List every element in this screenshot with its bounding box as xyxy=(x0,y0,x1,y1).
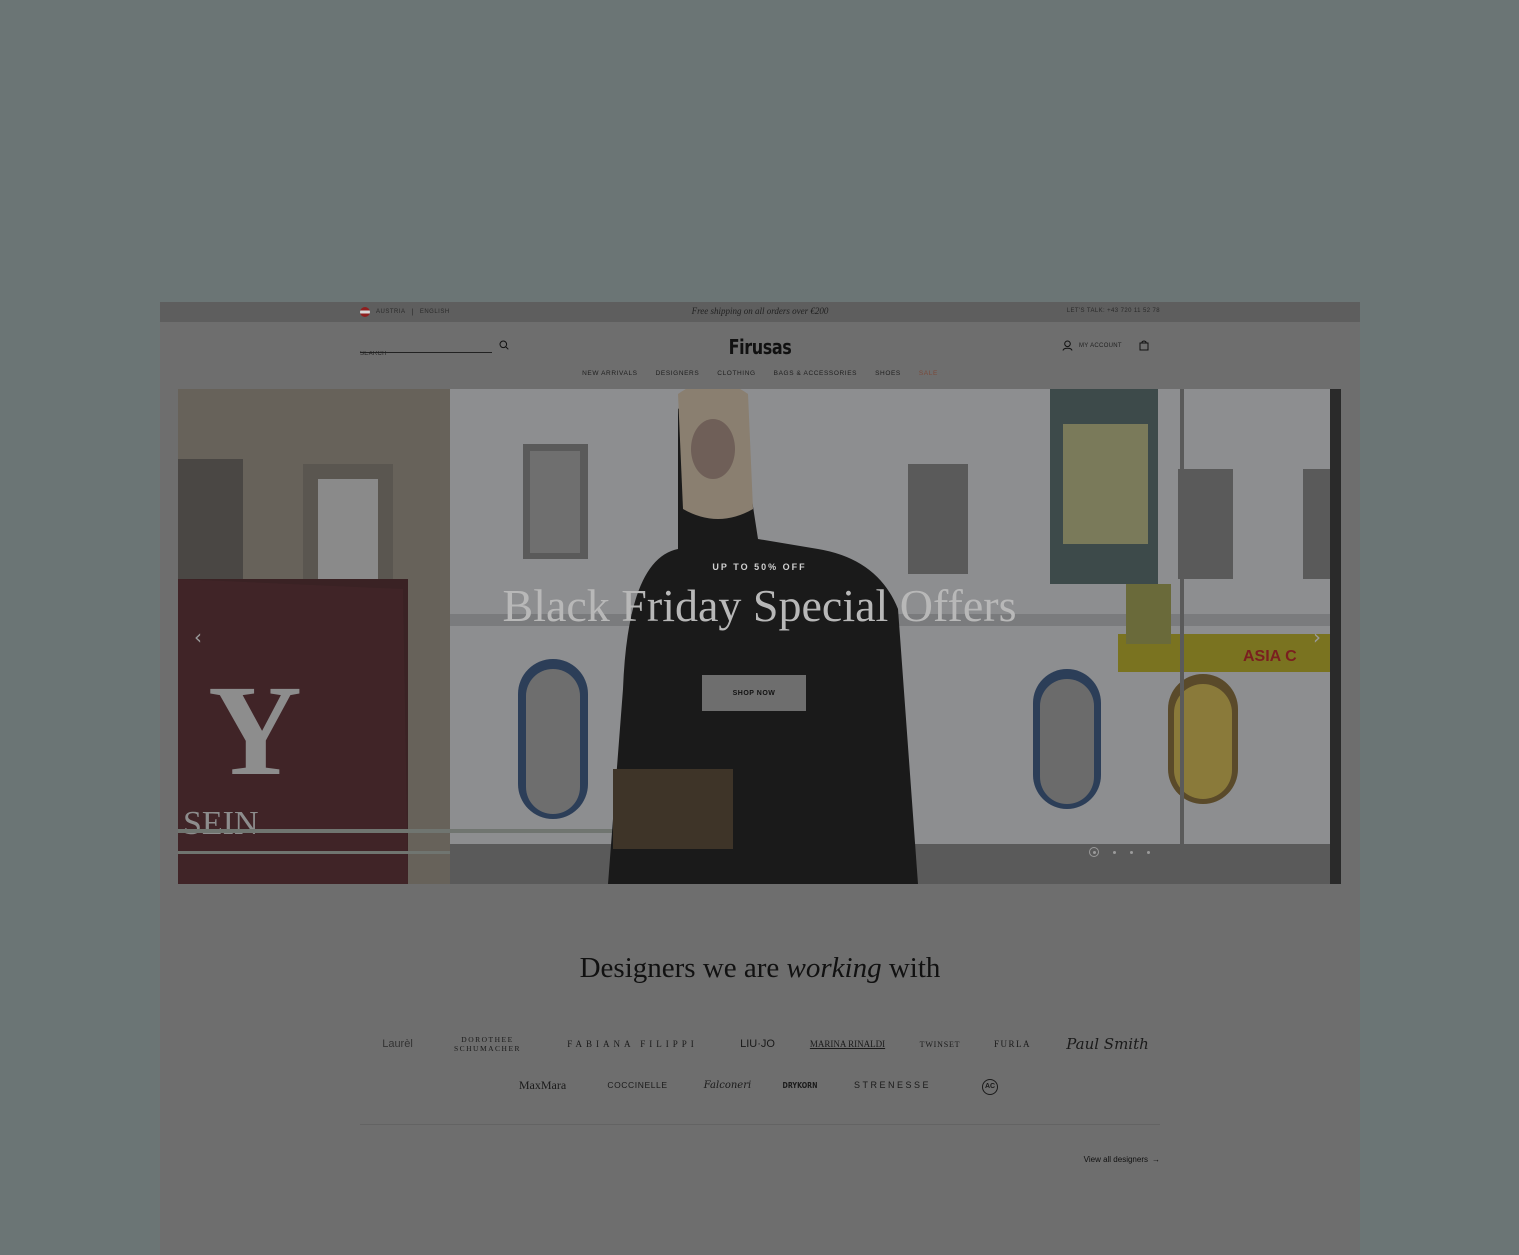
slide-dot[interactable] xyxy=(1130,850,1133,854)
hero-title: Black Friday Special Offers xyxy=(502,580,1017,631)
heading-emphasis: working xyxy=(786,952,882,984)
brand-logo-falconeri[interactable]: Falconeri xyxy=(685,1080,770,1091)
contact-info: LET'S TALK: +43 720 11 52 78 xyxy=(1067,308,1160,314)
hero-photo: Y SEIN ASIA C xyxy=(178,389,1341,884)
arrow-right-icon: → xyxy=(1152,1155,1160,1164)
view-all-designers-link[interactable]: View all designers → xyxy=(1084,1155,1160,1164)
hero-banner: Y SEIN ASIA C UP TO 50% OFF Black Friday… xyxy=(178,389,1341,884)
designer-logos-row-1: Laurèl DOROTHEE SCHUMACHER FABIANA FILIP… xyxy=(160,1035,1360,1053)
brand-logo-strenesse[interactable]: STRENESSE xyxy=(830,1080,955,1090)
nav-clothing[interactable]: CLOTHING xyxy=(717,370,755,377)
shop-now-button[interactable]: SHOP NOW xyxy=(702,675,806,711)
hero-subtitle: UP TO 50% OFF xyxy=(712,562,807,572)
slide-dot[interactable] xyxy=(1113,850,1116,854)
ac-logo-mark: AC xyxy=(982,1079,998,1095)
talk-label: LET'S TALK: xyxy=(1066,308,1106,314)
my-account-link[interactable]: MY ACCOUNT xyxy=(1062,340,1122,351)
slide-indicators xyxy=(1089,847,1150,857)
section-divider xyxy=(360,1124,1160,1125)
brand-logo-marina-rinaldi[interactable]: MARINA RINALDI xyxy=(788,1039,908,1049)
heading-start: Designers we are xyxy=(579,952,787,984)
heading-end: with xyxy=(881,952,941,984)
main-navigation: NEW ARRIVALS DESIGNERS CLOTHING BAGS & A… xyxy=(160,370,1360,377)
brand-logo-maxmara[interactable]: MaxMara xyxy=(495,1078,590,1093)
my-account-label: MY ACCOUNT xyxy=(1079,342,1122,349)
slide-dot[interactable] xyxy=(1147,850,1150,854)
brand-logo-liu-jo[interactable]: LIU·JO xyxy=(728,1038,788,1050)
shipping-promo: Free shipping on all orders over €200 xyxy=(691,306,829,316)
top-bar: AUSTRIA | ENGLISH Free shipping on all o… xyxy=(160,302,1360,322)
brand-logo-furla[interactable]: FURLA xyxy=(973,1039,1053,1049)
brand-logo-laurel[interactable]: Laurèl xyxy=(358,1038,438,1050)
user-icon xyxy=(1062,340,1073,351)
brand-logo-fabiana-filippi[interactable]: FABIANA FILIPPI xyxy=(538,1039,728,1049)
brand-logo-paul-smith[interactable]: Paul Smith xyxy=(1053,1035,1163,1053)
brand-logo-ac[interactable]: AC xyxy=(955,1075,1025,1095)
brand-logo-coccinelle[interactable]: COCCINELLE xyxy=(590,1080,685,1090)
nav-shoes[interactable]: SHOES xyxy=(875,370,901,377)
chevron-left-icon[interactable]: ‹ xyxy=(194,625,202,649)
nav-bags-accessories[interactable]: BAGS & ACCESSORIES xyxy=(774,370,857,377)
shopping-bag-icon[interactable] xyxy=(1139,340,1149,351)
phone-number[interactable]: +43 720 11 52 78 xyxy=(1107,308,1160,314)
designers-heading: Designers we are working with xyxy=(160,952,1360,985)
slide-dot[interactable] xyxy=(1089,847,1099,857)
nav-new-arrivals[interactable]: NEW ARRIVALS xyxy=(582,370,637,377)
svg-text:ASIA C: ASIA C xyxy=(1243,648,1297,665)
chevron-right-icon[interactable]: › xyxy=(1313,625,1321,649)
brand-logo-twinset[interactable]: TWINSET xyxy=(908,1040,973,1049)
brand-logo-dorothee-schumacher[interactable]: DOROTHEE SCHUMACHER xyxy=(438,1035,538,1053)
view-all-label: View all designers xyxy=(1083,1155,1148,1164)
svg-text:Y: Y xyxy=(208,659,302,803)
brand-logo-drykorn[interactable]: DRYKORN xyxy=(776,1081,824,1090)
designer-logos-row-2: MaxMara COCCINELLE Falconeri DRYKORN STR… xyxy=(160,1075,1360,1095)
svg-text:SEIN: SEIN xyxy=(183,805,259,842)
nav-designers[interactable]: DESIGNERS xyxy=(656,370,700,377)
page: AUSTRIA | ENGLISH Free shipping on all o… xyxy=(160,302,1360,1255)
nav-sale[interactable]: SALE xyxy=(919,370,938,377)
